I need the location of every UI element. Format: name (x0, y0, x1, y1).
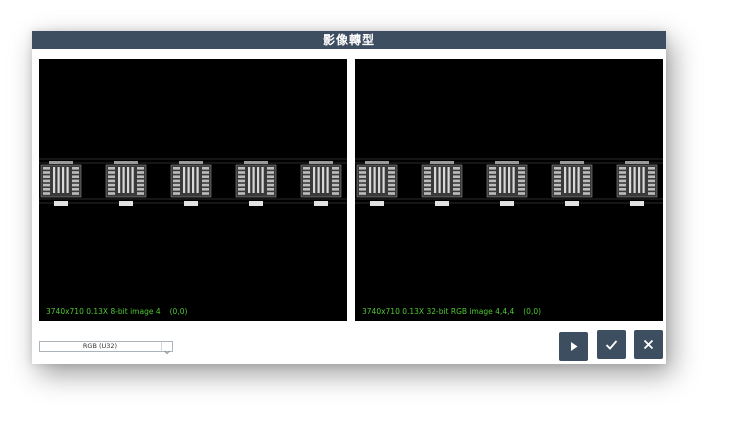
result-image-info: 3740x710 0.13X 32-bit RGB image 4,4,4 (362, 307, 515, 316)
result-status-bar: 3740x710 0.13X 32-bit RGB image 4,4,4 (0,… (362, 307, 541, 316)
result-cursor-coord: (0,0) (523, 307, 542, 316)
source-status-bar: 3740x710 0.13X 8-bit image 4 (0,0) (46, 307, 187, 316)
source-image-viewer[interactable]: 3740x710 0.13X 8-bit image 4 (0,0) (39, 59, 347, 321)
result-image-strip (355, 158, 663, 206)
cancel-button[interactable] (634, 330, 663, 359)
image-convert-dialog: 影像轉型 3740x710 0.13X 8-bit image 4 (0,0) 3… (32, 31, 666, 364)
source-image-info: 3740x710 0.13X 8-bit image 4 (46, 307, 161, 316)
source-cursor-coord: (0,0) (169, 307, 188, 316)
ok-button[interactable] (597, 330, 626, 359)
close-icon (643, 339, 654, 350)
format-select-value: RGB (U32) (82, 342, 118, 350)
run-button[interactable] (559, 332, 588, 361)
source-image-strip (39, 158, 347, 206)
result-image-viewer[interactable]: 3740x710 0.13X 32-bit RGB image 4,4,4 (0,… (355, 59, 663, 321)
dialog-title: 影像轉型 (32, 31, 666, 49)
chevron-down-icon[interactable] (161, 342, 172, 355)
check-icon (605, 340, 618, 350)
play-icon (571, 342, 578, 351)
format-select[interactable]: RGB (U32) (39, 341, 173, 355)
